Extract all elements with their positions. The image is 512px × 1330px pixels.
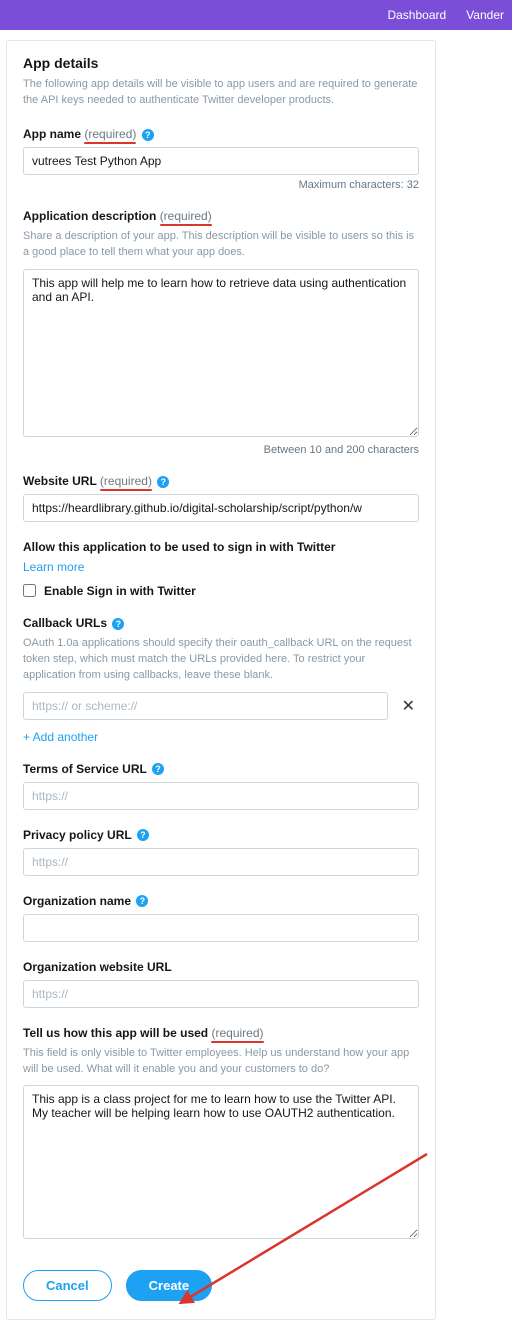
help-icon[interactable]: ?	[157, 476, 169, 488]
org-url-label: Organization website URL	[23, 960, 172, 974]
help-icon[interactable]: ?	[142, 129, 154, 141]
privacy-label: Privacy policy URL ?	[23, 828, 149, 842]
page-subtitle: The following app details will be visibl…	[23, 77, 419, 109]
callback-url-input[interactable]	[23, 692, 388, 720]
help-icon[interactable]: ?	[152, 763, 164, 775]
org-url-input[interactable]	[23, 980, 419, 1008]
learn-more-link[interactable]: Learn more	[23, 560, 84, 574]
required-marker: (required)	[211, 1026, 263, 1040]
page-title: App details	[23, 55, 419, 71]
usage-section: Tell us how this app will be used (requi…	[23, 1026, 419, 1243]
org-name-section: Organization name ?	[23, 894, 419, 942]
org-url-section: Organization website URL	[23, 960, 419, 1008]
app-description-counter: Between 10 and 200 characters	[23, 444, 419, 456]
enable-signin-label: Enable Sign in with Twitter	[44, 584, 196, 598]
create-button[interactable]: Create	[126, 1270, 212, 1301]
usage-help: This field is only visible to Twitter em…	[23, 1046, 419, 1078]
org-name-input[interactable]	[23, 914, 419, 942]
callback-section: Callback URLs ? OAuth 1.0a applications …	[23, 616, 419, 744]
button-row: Cancel Create	[23, 1270, 419, 1301]
nav-user-link[interactable]: Vander	[466, 8, 504, 22]
usage-label: Tell us how this app will be used (requi…	[23, 1026, 264, 1040]
app-name-section: App name (required) ? Maximum characters…	[23, 127, 419, 191]
add-another-link[interactable]: + Add another	[23, 730, 419, 744]
app-description-section: Application description (required) Share…	[23, 209, 419, 456]
app-name-input[interactable]	[23, 147, 419, 175]
nav-dashboard-link[interactable]: Dashboard	[387, 8, 446, 22]
callback-label: Callback URLs ?	[23, 616, 124, 630]
app-description-textarea[interactable]: This app will help me to learn how to re…	[23, 269, 419, 437]
required-marker: (required)	[100, 474, 152, 488]
website-url-input[interactable]	[23, 494, 419, 522]
help-icon[interactable]: ?	[137, 829, 149, 841]
close-icon[interactable]: ✕	[398, 696, 419, 716]
website-url-label: Website URL (required) ?	[23, 474, 169, 488]
tos-section: Terms of Service URL ?	[23, 762, 419, 810]
website-url-section: Website URL (required) ?	[23, 474, 419, 522]
app-name-label: App name (required) ?	[23, 127, 154, 141]
required-marker: (required)	[84, 127, 136, 141]
usage-textarea[interactable]: This app is a class project for me to le…	[23, 1085, 419, 1239]
org-name-label: Organization name ?	[23, 894, 148, 908]
help-icon[interactable]: ?	[112, 618, 124, 630]
tos-label: Terms of Service URL ?	[23, 762, 164, 776]
required-marker: (required)	[160, 209, 212, 223]
privacy-input[interactable]	[23, 848, 419, 876]
privacy-section: Privacy policy URL ?	[23, 828, 419, 876]
signin-label: Allow this application to be used to sig…	[23, 540, 419, 554]
callback-help: OAuth 1.0a applications should specify t…	[23, 636, 419, 684]
top-nav: Dashboard Vander	[0, 0, 512, 30]
app-description-help: Share a description of your app. This de…	[23, 229, 419, 261]
signin-section: Allow this application to be used to sig…	[23, 540, 419, 598]
app-details-card: App details The following app details wi…	[6, 40, 436, 1320]
enable-signin-checkbox[interactable]	[23, 584, 36, 597]
cancel-button[interactable]: Cancel	[23, 1270, 112, 1301]
app-description-label: Application description (required)	[23, 209, 212, 223]
app-name-counter: Maximum characters: 32	[23, 179, 419, 191]
tos-input[interactable]	[23, 782, 419, 810]
help-icon[interactable]: ?	[136, 895, 148, 907]
